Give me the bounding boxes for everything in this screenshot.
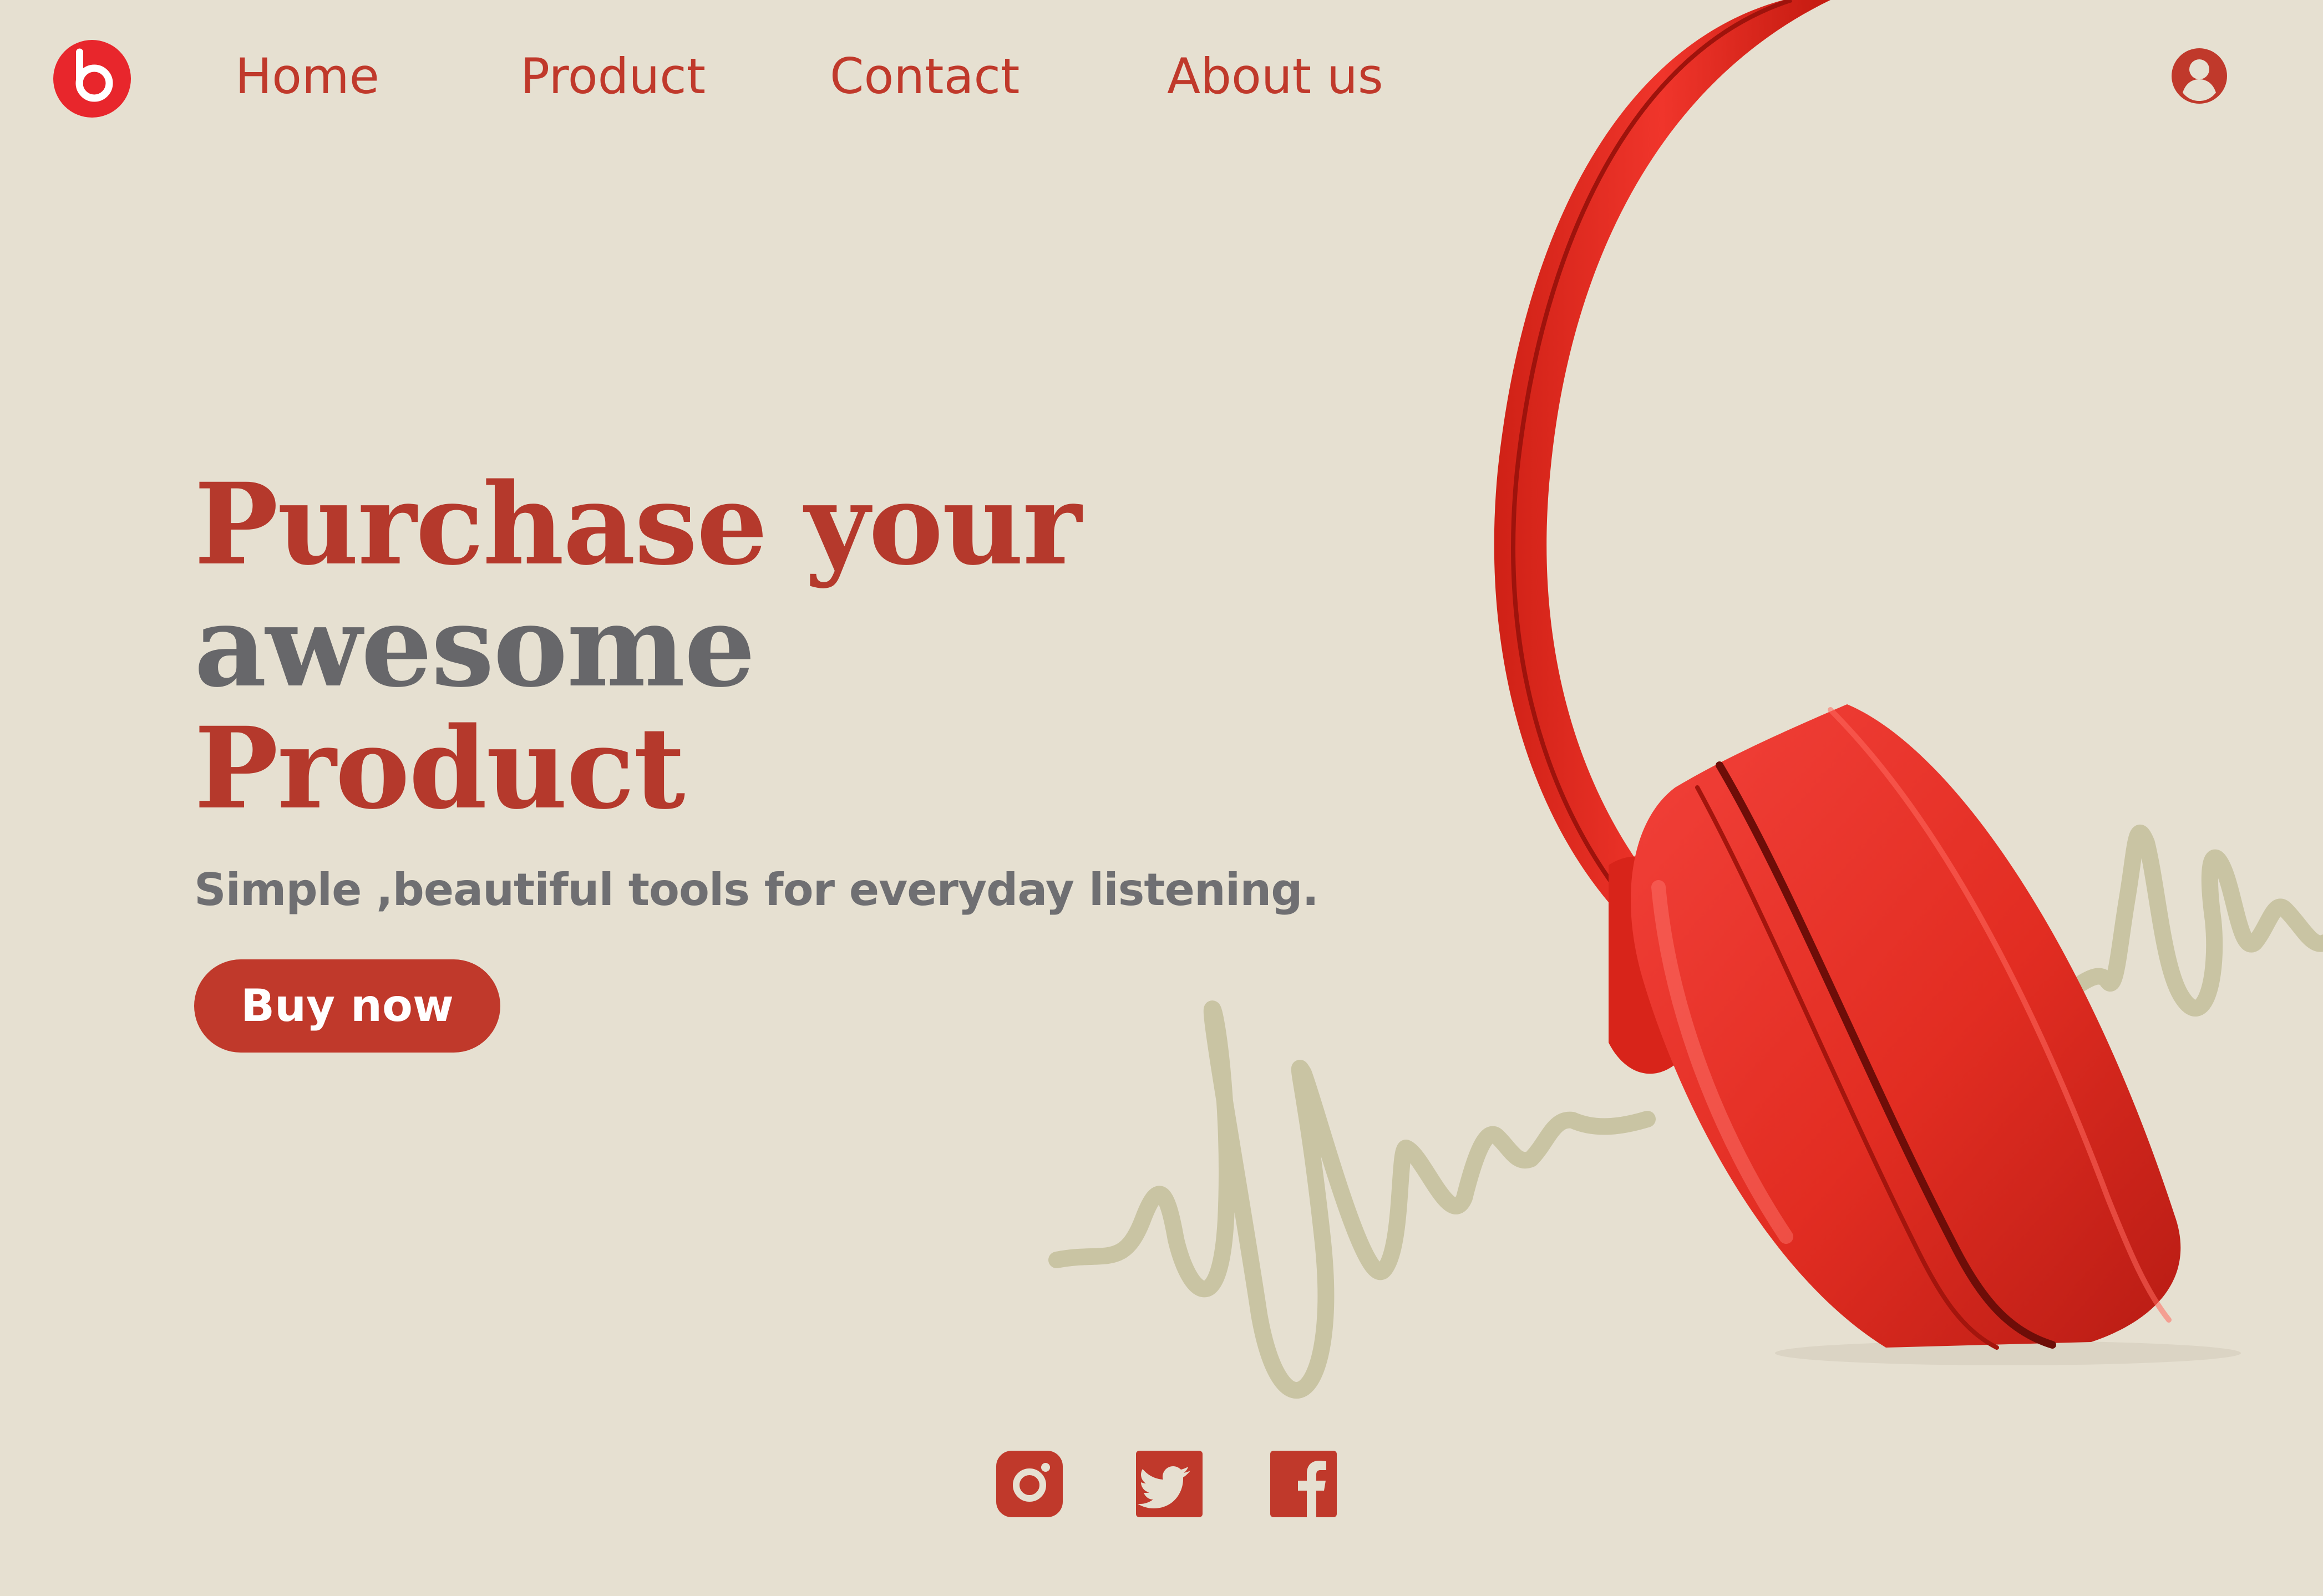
user-account-icon[interactable] bbox=[2170, 47, 2228, 105]
twitter-icon[interactable] bbox=[1136, 1451, 1203, 1517]
hero-title-line-1: Purchase your bbox=[194, 458, 1082, 590]
hero-title-line-2: awesome bbox=[194, 580, 755, 712]
instagram-icon[interactable] bbox=[996, 1451, 1063, 1517]
beats-logo-icon[interactable] bbox=[53, 40, 131, 118]
nav-link-contact[interactable]: Contact bbox=[830, 45, 1020, 108]
nav-link-home[interactable]: Home bbox=[235, 45, 379, 108]
landing-page: Home Product Contact About us Purchase y… bbox=[0, 0, 2323, 1596]
hero-title: Purchase your awesome Product bbox=[194, 458, 1082, 834]
buy-now-button[interactable]: Buy now bbox=[194, 959, 500, 1053]
facebook-icon[interactable] bbox=[1270, 1451, 1337, 1517]
nav-link-product[interactable]: Product bbox=[520, 45, 706, 108]
hero-tagline: Simple ,beautiful tools for everyday lis… bbox=[194, 864, 1319, 916]
hero-title-line-3: Product bbox=[194, 702, 685, 834]
nav-link-about-us[interactable]: About us bbox=[1167, 45, 1383, 108]
